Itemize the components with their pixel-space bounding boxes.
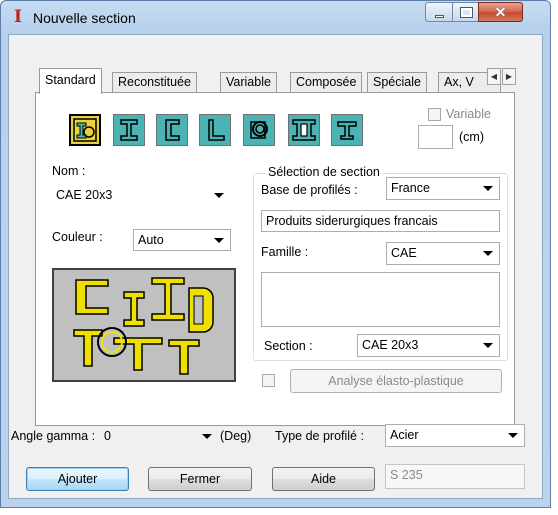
angle-value: 0	[104, 429, 111, 443]
double-i-profile-button[interactable]	[288, 114, 320, 146]
tab-composee[interactable]: Composée	[290, 72, 363, 92]
variable-label: Variable	[446, 107, 491, 121]
variable-value-field[interactable]	[418, 125, 453, 149]
tab-reconstituee[interactable]: Reconstituée	[112, 72, 197, 92]
base-description-field[interactable]: Produits siderurgiques francais	[261, 210, 500, 232]
base-description: Produits siderurgiques francais	[266, 214, 438, 228]
app-icon: I	[14, 7, 22, 27]
base-label: Base de profilés :	[261, 183, 358, 197]
section-value: CAE 20x3	[362, 338, 419, 352]
close-window-button[interactable]: ✕	[478, 2, 523, 22]
minimize-button[interactable]	[425, 2, 453, 22]
arrow-left-icon: ◀	[490, 72, 498, 81]
material-grade-field: S 235	[385, 464, 525, 489]
couleur-label: Couleur :	[52, 230, 103, 244]
material-grade-value: S 235	[390, 468, 423, 482]
type-profile-combo[interactable]: Acier	[385, 424, 525, 447]
analyse-button[interactable]: Analyse élasto-plastique	[290, 369, 502, 393]
help-button[interactable]: Aide	[272, 467, 375, 491]
arrow-right-icon: ▶	[505, 72, 513, 81]
user-profile-icon	[73, 118, 97, 142]
minimize-icon	[435, 15, 444, 18]
tab-speciale[interactable]: Spéciale	[367, 72, 427, 92]
couleur-value: Auto	[138, 233, 164, 247]
chevron-down-icon	[508, 433, 518, 438]
tube-profile-button[interactable]	[243, 114, 275, 146]
close-button[interactable]: Fermer	[148, 467, 252, 491]
selection-legend: Sélection de section	[266, 165, 382, 179]
user-profile-button[interactable]	[69, 114, 101, 146]
window-title: Nouvelle section	[33, 10, 136, 26]
chevron-down-icon	[483, 251, 493, 256]
variable-checkbox[interactable]	[428, 108, 441, 121]
famille-description-field[interactable]	[261, 272, 500, 327]
type-profile-value: Acier	[390, 428, 419, 442]
analyse-checkbox[interactable]	[262, 374, 275, 387]
title-bar[interactable]: I Nouvelle section ✕	[1, 1, 550, 35]
chevron-down-icon	[483, 343, 493, 348]
nom-label: Nom :	[52, 164, 86, 178]
channel-profile-button[interactable]	[156, 114, 188, 146]
maximize-icon	[460, 7, 473, 18]
section-combo[interactable]: CAE 20x3	[357, 334, 500, 357]
base-value: France	[391, 181, 430, 195]
base-combo[interactable]: France	[386, 177, 500, 200]
profiles-logo-image	[73, 277, 214, 375]
angle-combo[interactable]: 0	[99, 425, 217, 447]
angle-profile-button[interactable]	[199, 114, 231, 146]
angle-unit: (Deg)	[220, 429, 252, 443]
i-beam-profile-button[interactable]	[113, 114, 145, 146]
tee-icon	[337, 121, 357, 140]
famille-combo[interactable]: CAE	[386, 242, 500, 265]
channel-icon	[165, 119, 180, 141]
close-icon: ✕	[494, 4, 507, 20]
chevron-down-icon	[202, 434, 212, 439]
double-i-icon	[292, 119, 316, 141]
tab-variable[interactable]: Variable	[220, 72, 277, 92]
nom-combo[interactable]: CAE 20x3	[51, 184, 231, 206]
tab-scroll-left-button[interactable]: ◀	[487, 68, 501, 85]
nom-value: CAE 20x3	[56, 188, 113, 202]
tab-standard[interactable]: Standard	[39, 68, 102, 94]
angle-label: Angle gamma :	[11, 429, 96, 443]
couleur-combo[interactable]: Auto	[133, 229, 231, 251]
tube-icon	[250, 121, 268, 139]
type-profile-label: Type de profilé :	[275, 429, 364, 443]
tab-scroll-right-button[interactable]: ▶	[502, 68, 516, 85]
chevron-down-icon	[483, 186, 493, 191]
tee-profile-button[interactable]	[331, 114, 363, 146]
angle-icon	[208, 119, 225, 141]
selection-groupbox	[253, 173, 508, 361]
maximize-button[interactable]	[452, 2, 479, 22]
chevron-down-icon	[214, 238, 224, 243]
add-button[interactable]: Ajouter	[26, 467, 129, 491]
i-beam-icon	[120, 119, 138, 141]
famille-value: CAE	[391, 246, 417, 260]
section-preview	[52, 268, 236, 382]
section-label: Section :	[264, 339, 313, 353]
variable-unit: (cm)	[459, 130, 484, 144]
chevron-down-icon	[214, 193, 224, 198]
famille-label: Famille :	[261, 245, 309, 259]
